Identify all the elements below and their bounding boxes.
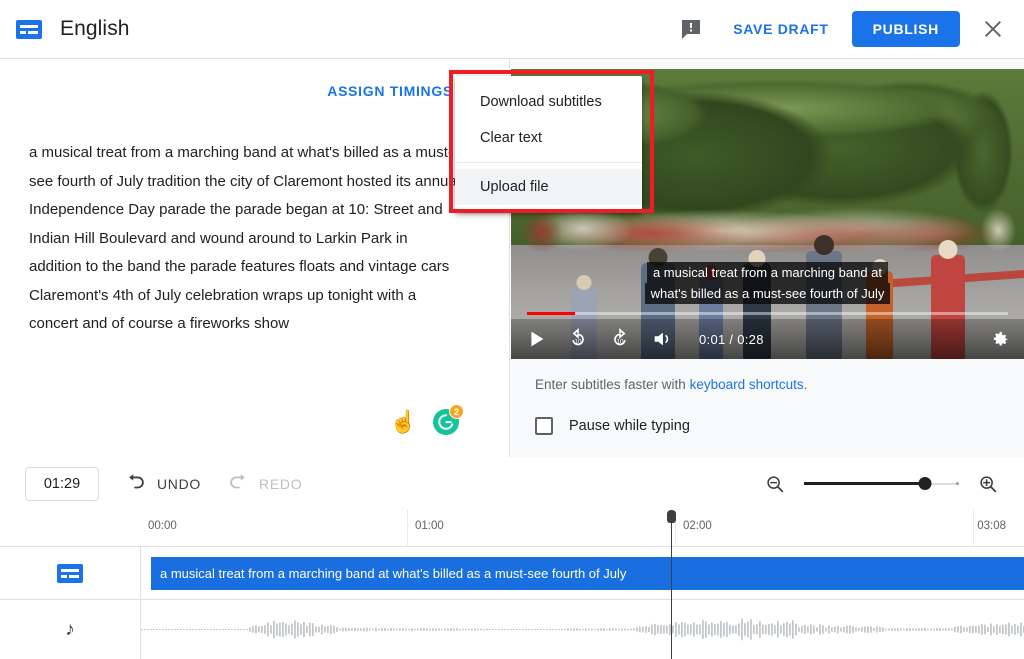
volume-icon[interactable] — [651, 328, 673, 350]
timeline-ruler[interactable]: 00:00 01:00 02:00 03:08 — [0, 510, 1024, 547]
svg-text:10: 10 — [574, 339, 582, 346]
closed-captions-icon — [57, 563, 83, 583]
keyboard-shortcuts-link[interactable]: keyboard shortcuts — [690, 377, 804, 392]
pause-while-typing-checkbox[interactable] — [535, 417, 553, 435]
publish-button[interactable]: PUBLISH — [851, 11, 960, 47]
subtitle-track-body[interactable]: a musical treat from a marching band at … — [141, 547, 1024, 599]
timeline-toolbar: 01:29 UNDO REDO — [0, 458, 1024, 510]
undo-icon — [125, 471, 147, 498]
ruler-tick-line — [407, 510, 408, 547]
menu-item-clear-text[interactable]: Clear text — [455, 120, 642, 156]
redo-button[interactable]: REDO — [227, 471, 302, 498]
app-header: English SAVE DRAFT PUBLISH — [0, 0, 1024, 59]
ruler-tick-line — [973, 510, 974, 547]
closed-captions-icon — [16, 19, 42, 39]
forward-10-icon[interactable]: 10 — [609, 327, 631, 350]
ruler-tick-label: 02:00 — [683, 520, 712, 532]
audio-track-header: ♪ — [0, 600, 141, 659]
audio-track-row: ♪ — [0, 600, 1024, 659]
subtitle-editor-app: English SAVE DRAFT PUBLISH ASSIGN TIMING… — [0, 0, 1024, 659]
subtitle-track-row: a musical treat from a marching band at … — [0, 547, 1024, 600]
undo-button[interactable]: UNDO — [125, 471, 201, 498]
subtitle-track-header — [0, 547, 141, 599]
pause-while-typing-row[interactable]: Pause while typing — [535, 417, 690, 435]
pause-while-typing-label: Pause while typing — [569, 418, 690, 434]
undo-label: UNDO — [157, 476, 202, 492]
zoom-in-icon[interactable] — [977, 473, 999, 495]
play-icon[interactable] — [525, 328, 547, 350]
ruler-tick-line — [675, 510, 676, 547]
replay-10-icon[interactable]: 10 — [567, 327, 589, 350]
svg-text:10: 10 — [616, 339, 624, 346]
video-progress-bar[interactable] — [527, 312, 1008, 315]
feedback-exclamation-icon[interactable] — [679, 17, 703, 41]
audio-track-body[interactable] — [141, 600, 1024, 659]
hint-prefix: Enter subtitles faster with — [535, 377, 690, 392]
redo-icon — [227, 471, 249, 498]
menu-item-upload-file[interactable]: Upload file — [455, 169, 642, 205]
video-time-display: 0:01 / 0:28 — [699, 331, 764, 347]
audio-waveform — [141, 618, 1024, 641]
grammarly-badge: 2 — [449, 404, 464, 419]
keyboard-shortcuts-hint: Enter subtitles faster with keyboard sho… — [535, 377, 807, 392]
assign-timings-button[interactable]: ASSIGN TIMINGS — [327, 83, 453, 99]
timecode-input[interactable]: 01:29 — [25, 467, 99, 501]
music-note-icon: ♪ — [65, 619, 75, 640]
subtitle-options-menu: Download subtitles Clear text Upload fil… — [455, 76, 642, 213]
hint-suffix: . — [803, 377, 808, 392]
transcript-textarea[interactable]: a musical treat from a marching band at … — [29, 139, 461, 339]
browser-extension-icons: ☝ 2 — [389, 404, 464, 435]
video-controls-bar: 10 10 0:01 / 0:28 — [511, 319, 1024, 359]
ruler-tick-label: 01:00 — [415, 520, 444, 532]
ruler-tick-label: 03:08 — [977, 520, 1006, 532]
close-icon[interactable] — [982, 18, 1004, 40]
save-draft-button[interactable]: SAVE DRAFT — [733, 21, 828, 37]
pointing-finger-icon: ☝ — [389, 409, 417, 434]
menu-divider — [455, 162, 642, 163]
menu-item-download-subtitles[interactable]: Download subtitles — [455, 84, 642, 120]
transcript-editor-pane: ASSIGN TIMINGS a musical treat from a ma… — [0, 59, 510, 457]
zoom-out-icon[interactable] — [764, 473, 786, 495]
page-title: English — [60, 17, 130, 40]
grammarly-icon[interactable]: 2 — [433, 404, 464, 435]
timeline-zoom-slider[interactable] — [804, 474, 959, 494]
ruler-tick-label: 00:00 — [148, 520, 177, 532]
subtitle-cue-block[interactable]: a musical treat from a marching band at … — [151, 557, 1024, 590]
redo-label: REDO — [259, 476, 303, 492]
gear-icon[interactable] — [990, 329, 1010, 349]
